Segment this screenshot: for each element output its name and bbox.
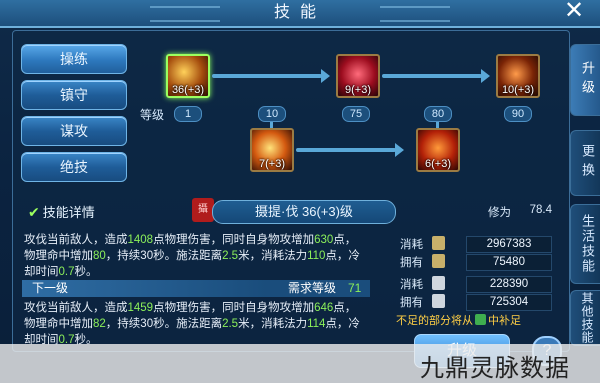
cost-panel: 修为 78.4 消耗 2967383 拥有 75480 消耗 228390 拥有…: [392, 200, 560, 350]
desc-number: 0.7: [58, 266, 75, 278]
skill-node-level: 36(+3): [171, 84, 205, 96]
tab-life-skills[interactable]: 生活技能: [570, 204, 600, 284]
desc-number: 2.5: [222, 318, 239, 330]
desc-text: 点物理伤害，同时自身物攻增加: [153, 234, 315, 246]
skill-detail-panel: ✔ 技能详情 攝 摄提·伐 36(+3)级 攻伐当前敌人，造成1408点物理伤害，…: [22, 198, 396, 350]
skill-node-3[interactable]: 10(+3): [496, 54, 540, 98]
desc-number: 114: [307, 318, 326, 330]
skill-node-level: 7(+3): [259, 158, 285, 170]
desc-number: 646: [314, 302, 334, 314]
category-button-practice[interactable]: 操练: [21, 44, 127, 74]
skill-category-menu: 操练 镇守 谋攻 绝技: [12, 30, 138, 198]
level-badge: 75: [342, 106, 370, 122]
next-level-description: 攻伐当前敌人，造成1459点物理伤害，同时自身物攻增加646点，物理命中增加82…: [24, 300, 364, 348]
gold-icon: [432, 254, 445, 268]
owned-row: 拥有 75480: [400, 254, 552, 271]
desc-text: 米，消耗法力: [238, 318, 308, 330]
level-badge: 90: [504, 106, 532, 122]
cost-label: 消耗: [400, 279, 423, 291]
skill-node-1[interactable]: 36(+3): [166, 54, 210, 98]
desc-number: 1459: [127, 302, 154, 314]
skill-node-4[interactable]: 7(+3): [250, 128, 294, 172]
desc-text: 点物理伤害，同时自身物攻增加: [153, 302, 315, 314]
desc-text: ，持续30秒。施法距离: [105, 318, 223, 330]
cost-label: 消耗: [400, 239, 423, 251]
shortfall-note-text: 不足的部分将从: [396, 315, 473, 327]
skill-tree: 36(+3) 9(+3) 10(+3) 等级 1 10 75 80 90 7(+…: [140, 44, 540, 184]
tree-arrow: [296, 143, 404, 157]
owned-label: 拥有: [400, 257, 423, 269]
desc-text: 攻伐当前敌人，造成: [24, 302, 128, 314]
jade-icon: [475, 314, 486, 325]
category-button-ultimate[interactable]: 绝技: [21, 152, 127, 182]
required-level-label: 需求等级: [288, 281, 337, 295]
cost-row: 消耗 228390: [400, 276, 552, 293]
desc-text: 米，消耗法力: [238, 250, 308, 262]
current-level-description: 攻伐当前敌人，造成1408点物理伤害，同时自身物攻增加630点，物理命中增加80…: [24, 232, 364, 280]
shortfall-note: 不足的部分将从 中补足: [396, 312, 556, 328]
category-button-guard[interactable]: 镇守: [21, 80, 127, 110]
tree-arrow: [382, 69, 490, 83]
seal-icon: 攝: [192, 198, 214, 222]
desc-number: 630: [314, 234, 334, 246]
level-badge: 10: [258, 106, 286, 122]
owned-row: 拥有 725304: [400, 294, 552, 311]
desc-text: 攻伐当前敌人，造成: [24, 234, 128, 246]
desc-number: 2.5: [222, 250, 239, 262]
next-level-label: 下一级: [32, 281, 69, 295]
feather-icon: [432, 276, 445, 290]
shortfall-note-end: 中补足: [488, 315, 521, 327]
required-level-value: 71: [348, 281, 362, 295]
level-badge: 80: [424, 106, 452, 122]
feather-icon: [432, 294, 445, 308]
level-badge: 1: [174, 106, 202, 122]
watermark: 九鼎灵脉数据: [420, 355, 570, 382]
cultivation-value: 78.4: [529, 204, 552, 216]
skill-node-5[interactable]: 6(+3): [416, 128, 460, 172]
category-button-strategy[interactable]: 谋攻: [21, 116, 127, 146]
owned-label: 拥有: [400, 297, 423, 309]
tree-arrow: [212, 69, 330, 83]
owned-value: 725304: [466, 294, 552, 311]
desc-number: 1408: [127, 234, 154, 246]
gold-icon: [432, 236, 445, 250]
level-label: 等级: [140, 108, 165, 122]
close-icon[interactable]: ✕: [563, 0, 585, 23]
cost-value: 228390: [466, 276, 552, 293]
desc-text: 秒。: [74, 266, 98, 278]
skill-node-level: 10(+3): [501, 84, 535, 96]
title-ornament-left: [150, 6, 220, 22]
cultivation-label: 修为: [488, 207, 511, 219]
owned-value: 75480: [466, 254, 552, 271]
tab-other-skills[interactable]: 其他技能: [570, 290, 600, 346]
window-title: 技能: [273, 4, 326, 21]
desc-text: ，持续30秒。施法距离: [105, 250, 223, 262]
cost-row: 消耗 2967383: [400, 236, 552, 253]
check-icon: ✔: [28, 204, 40, 220]
title-bar: 技能: [0, 0, 600, 28]
tab-change[interactable]: 更换: [570, 130, 600, 196]
skill-detail-header: ✔ 技能详情: [28, 202, 95, 221]
skill-node-2[interactable]: 9(+3): [336, 54, 380, 98]
skill-detail-header-text: 技能详情: [42, 205, 95, 220]
skill-node-level: 6(+3): [425, 158, 451, 170]
next-level-bar: 下一级 需求等级 71: [22, 280, 370, 297]
skill-window: 技能 ✕ 操练 镇守 谋攻 绝技 36(+3) 9(+3) 10(+3) 等级 …: [0, 0, 600, 383]
cultivation-row: 修为 78.4: [400, 204, 552, 220]
desc-number: 82: [93, 318, 106, 330]
desc-number: 110: [307, 250, 326, 262]
tab-upgrade[interactable]: 升级: [570, 44, 600, 116]
skill-name-banner: 摄提·伐 36(+3)级: [212, 200, 396, 224]
desc-number: 80: [93, 250, 106, 262]
skill-node-level: 9(+3): [345, 84, 371, 96]
cost-value: 2967383: [466, 236, 552, 253]
title-ornament-right: [380, 6, 450, 22]
